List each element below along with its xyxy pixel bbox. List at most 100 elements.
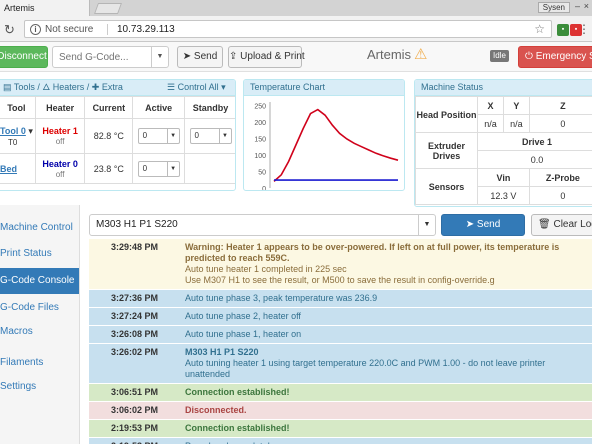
axis-x-value: n/a <box>477 114 504 133</box>
heater-0-link[interactable]: Heater 0 <box>42 159 78 169</box>
log-message: Connection established! <box>185 387 290 397</box>
browser-tab[interactable]: Artemis <box>0 0 90 16</box>
log-time: 3:06:51 PM <box>111 387 159 397</box>
tab-extra[interactable]: ✚ Extra <box>92 82 123 92</box>
printer-title: Artemis <box>367 47 412 62</box>
machine-status-title: Machine Status <box>415 80 592 96</box>
sidebar-item-gcode-files[interactable]: G-Code Files <box>0 295 79 321</box>
log-entry: 3:06:02 PM Disconnected. <box>89 402 592 420</box>
chart-title: Temperature Chart <box>244 80 404 96</box>
clear-log-button[interactable]: 🗑 Clear Log <box>531 214 592 236</box>
current-temp: 23.8 °C <box>84 153 134 184</box>
log-message: Auto tune phase 2, heater off <box>185 311 301 321</box>
address-bar[interactable]: i Not secure 10.73.29.113 ☆ <box>24 20 552 38</box>
log-time: 3:27:24 PM <box>111 311 159 321</box>
trash-icon: 🗑 <box>538 219 551 230</box>
bed-link[interactable]: Bed <box>0 164 17 174</box>
axis-z-value: 0 <box>528 114 592 133</box>
standby-temp-select[interactable]: 0 ▼ <box>189 128 232 144</box>
heater-1-series <box>273 108 399 182</box>
tab-tools[interactable]: ▤ Tools <box>3 82 35 92</box>
active-temp-select[interactable]: 0 ▼ <box>137 128 180 144</box>
send-label: Send <box>193 51 218 62</box>
log-message: Auto tuning heater 1 using target temper… <box>185 358 546 379</box>
url-text[interactable]: 10.73.29.113 <box>117 24 175 35</box>
console-send-label: Send <box>476 219 501 230</box>
clear-log-label: Clear Log <box>553 219 592 230</box>
log-entry: 3:27:24 PM Auto tune phase 2, heater off <box>89 308 592 326</box>
upload-print-button[interactable]: ⇪ Upload & Print <box>228 46 305 68</box>
axis-x: X <box>477 96 504 115</box>
control-all-dropdown[interactable]: ☰ Control All ▾ <box>167 80 226 95</box>
close-icon[interactable]: × <box>584 1 589 11</box>
col-active: Active <box>132 96 186 119</box>
axis-y: Y <box>502 96 530 115</box>
reload-icon[interactable]: ↻ <box>4 22 15 38</box>
vin-value: 12.3 V <box>477 186 530 205</box>
tab-title: Artemis <box>4 3 35 13</box>
z-probe-label: Z-Probe <box>528 168 592 187</box>
sidebar-item-macros[interactable]: Macros <box>0 319 79 345</box>
sidebar-item-print-status[interactable]: Print Status <box>0 241 79 267</box>
send-gcode-button[interactable]: ➤ Send <box>177 46 223 68</box>
log-entry: 3:29:48 PM Warning: Heater 1 appears to b… <box>89 239 592 290</box>
y-tick-label: 0 <box>262 186 266 191</box>
current-temp: 82.8 °C <box>84 118 134 154</box>
sidebar-item-filaments[interactable]: Filaments <box>0 350 79 376</box>
bookmark-star-icon[interactable]: ☆ <box>534 22 545 36</box>
disconnect-button[interactable]: Disconnect <box>0 46 48 68</box>
sidebar-item-machine-control[interactable]: Machine Control <box>0 215 79 241</box>
table-row: Tool 0 ▾ T0 Heater 1 off 82.8 °C 0 ▼ 0 ▼ <box>0 118 235 154</box>
axis-z: Z <box>528 96 592 115</box>
minimize-icon[interactable]: – <box>575 1 580 11</box>
log-entry: 2:19:53 PMPage Load complete! <box>89 438 592 444</box>
chevron-down-icon[interactable]: ▾ <box>28 126 33 136</box>
sidebar-item-gcode-console[interactable]: G-Code Console <box>0 268 79 294</box>
console-log: 3:29:48 PM Warning: Heater 1 appears to b… <box>89 239 592 444</box>
y-tick-label: 250 <box>254 103 266 110</box>
log-entry: 3:06:51 PM Connection established! <box>89 384 592 402</box>
user-badge[interactable]: Sysen <box>537 2 570 13</box>
log-time: 3:06:02 PM <box>111 405 159 415</box>
y-tick-label: 100 <box>254 153 266 160</box>
command-input[interactable]: M303 H1 P1 S220 <box>89 214 419 236</box>
new-tab-button[interactable] <box>93 3 123 14</box>
drive-label: Drive 1 <box>477 132 592 151</box>
gcode-input[interactable] <box>52 46 152 68</box>
log-message: Connection established! <box>185 423 290 433</box>
gcode-dropdown-button[interactable]: ▼ <box>151 46 169 68</box>
tab-heaters[interactable]: 🜂 Heaters <box>42 82 84 92</box>
y-tick-label: 50 <box>258 169 266 176</box>
col-tool: Tool <box>0 96 36 119</box>
temperature-chart-panel: Temperature Chart 250 200 150 100 50 0 <box>243 79 405 191</box>
browser-menu-icon[interactable]: ⋮ <box>578 22 590 36</box>
bed-active-temp-select[interactable]: 0 ▼ <box>137 160 180 177</box>
sidebar-item-settings[interactable]: Settings <box>0 374 79 400</box>
log-message: Disconnected. <box>185 405 247 415</box>
emergency-stop-button[interactable]: ⏻ Emergency STOP <box>518 46 592 68</box>
heater-state: off <box>55 137 65 146</box>
warning-icon[interactable]: ⚠ <box>414 45 427 63</box>
extruder-drives-label: Extruder Drives <box>415 132 478 169</box>
y-tick-label: 200 <box>254 120 266 127</box>
console-send-button[interactable]: ➤ Send <box>441 214 525 236</box>
log-entry: 3:27:36 PM Auto tune phase 3, peak temper… <box>89 290 592 308</box>
temperature-chart: 250 200 150 100 50 0 <box>254 102 399 191</box>
command-history-dropdown[interactable]: ▼ <box>418 214 436 236</box>
tool-sub-label: T0 <box>8 137 18 147</box>
extension-icon[interactable]: ▪ <box>557 24 569 36</box>
tools-table: Tool Heater Current Active Standby Tool … <box>0 96 235 184</box>
log-time: 2:19:53 PM <box>111 423 159 433</box>
log-entry: 3:26:08 PM Auto tune phase 1, heater on <box>89 326 592 344</box>
col-heater: Heater <box>34 96 86 119</box>
log-message: Auto tune heater 1 completed in 225 sec <box>185 264 347 274</box>
sensors-label: Sensors <box>415 168 478 205</box>
table-row: Bed Heater 0 off 23.8 °C 0 ▼ <box>0 153 235 184</box>
tool-0-link[interactable]: Tool 0 <box>0 126 26 136</box>
browser-tabstrip: Artemis Sysen – × <box>0 0 592 16</box>
heater-1-link[interactable]: Heater 1 <box>42 126 78 136</box>
upload-label: Upload & Print <box>240 51 305 62</box>
info-icon[interactable]: i <box>30 24 41 35</box>
tools-panel-header: ▤ Tools / 🜂 Heaters / ✚ Extra ☰ Control … <box>0 80 235 96</box>
log-message: M303 H1 P1 S220 <box>185 347 259 357</box>
